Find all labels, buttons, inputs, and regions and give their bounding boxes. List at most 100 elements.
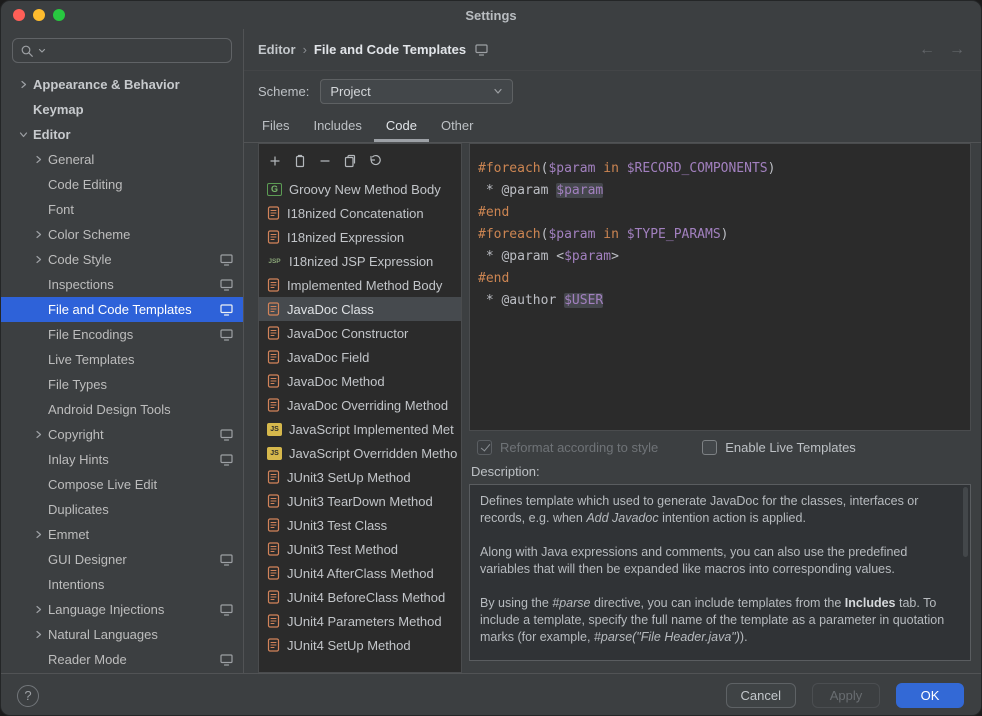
chevron-right-icon[interactable] — [15, 80, 31, 89]
sidebar-item-compose-live-edit[interactable]: Compose Live Edit — [1, 472, 243, 497]
settings-search[interactable] — [12, 38, 232, 63]
sidebar-item-keymap[interactable]: Keymap — [1, 97, 243, 122]
back-icon[interactable]: ← — [919, 41, 935, 59]
sidebar-item-file-encodings[interactable]: File Encodings — [1, 322, 243, 347]
reformat-checkbox[interactable] — [477, 440, 492, 455]
sidebar-item-font[interactable]: Font — [1, 197, 243, 222]
file-template-icon — [267, 230, 280, 244]
sidebar-item-duplicates[interactable]: Duplicates — [1, 497, 243, 522]
revert-template-icon[interactable] — [368, 154, 382, 168]
template-item-junit3-test-class[interactable]: JUnit3 Test Class — [259, 513, 461, 537]
template-item-junit3-setup-method[interactable]: JUnit3 SetUp Method — [259, 465, 461, 489]
apply-button[interactable]: Apply — [812, 683, 880, 708]
template-item-i18nized-expression[interactable]: I18nized Expression — [259, 225, 461, 249]
create-child-template-icon[interactable] — [293, 154, 307, 168]
tab-includes[interactable]: Includes — [301, 111, 373, 142]
tab-other[interactable]: Other — [429, 111, 486, 142]
code-line: * @param <$param> — [478, 246, 962, 268]
sidebar-item-reader-mode[interactable]: Reader Mode — [1, 647, 243, 672]
template-item-javadoc-method[interactable]: JavaDoc Method — [259, 369, 461, 393]
tab-files[interactable]: Files — [250, 111, 301, 142]
sidebar-item-file-types[interactable]: File Types — [1, 372, 243, 397]
zoom-button[interactable] — [53, 9, 65, 21]
template-item-groovy-new-method-body[interactable]: GGroovy New Method Body — [259, 177, 461, 201]
live-templates-checkbox[interactable] — [702, 440, 717, 455]
chevron-right-icon[interactable] — [30, 605, 46, 614]
screen-icon — [475, 44, 488, 56]
description-box[interactable]: Defines template which used to generate … — [469, 484, 971, 661]
sidebar-item-natural-languages[interactable]: Natural Languages — [1, 622, 243, 647]
chevron-right-icon[interactable] — [30, 155, 46, 164]
template-item-javascript-implemented-met[interactable]: JSJavaScript Implemented Met — [259, 417, 461, 441]
template-item-label: I18nized Concatenation — [287, 206, 424, 221]
search-history-chevron-icon[interactable] — [38, 48, 46, 54]
chevron-right-icon[interactable] — [30, 430, 46, 439]
template-editor[interactable]: #foreach($param in $RECORD_COMPONENTS) *… — [469, 143, 971, 431]
chevron-right-icon[interactable] — [30, 630, 46, 639]
chevron-right-icon[interactable] — [30, 255, 46, 264]
search-input[interactable] — [50, 43, 224, 58]
close-button[interactable] — [13, 9, 25, 21]
chevron-down-icon[interactable] — [15, 130, 31, 139]
template-item-label: JavaDoc Overriding Method — [287, 398, 448, 413]
sidebar-item-intentions[interactable]: Intentions — [1, 572, 243, 597]
template-item-label: JUnit3 TearDown Method — [287, 494, 433, 509]
sidebar-item-android-design-tools[interactable]: Android Design Tools — [1, 397, 243, 422]
template-item-javadoc-constructor[interactable]: JavaDoc Constructor — [259, 321, 461, 345]
sidebar-item-inspections[interactable]: Inspections — [1, 272, 243, 297]
template-item-label: JavaScript Overridden Metho — [289, 446, 457, 461]
groovy-icon: G — [267, 183, 282, 196]
sidebar-item-label: Duplicates — [48, 502, 233, 517]
template-item-javadoc-class[interactable]: JavaDoc Class — [259, 297, 461, 321]
sidebar-item-emmet[interactable]: Emmet — [1, 522, 243, 547]
sidebar-item-copyright[interactable]: Copyright — [1, 422, 243, 447]
scheme-select[interactable]: Project — [320, 79, 513, 104]
sidebar-item-file-and-code-templates[interactable]: File and Code Templates — [1, 297, 243, 322]
sidebar-item-live-templates[interactable]: Live Templates — [1, 347, 243, 372]
template-item-junit4-afterclass-method[interactable]: JUnit4 AfterClass Method — [259, 561, 461, 585]
file-template-icon — [267, 470, 280, 484]
live-templates-option[interactable]: Enable Live Templates — [702, 440, 856, 455]
sidebar-item-inlay-hints[interactable]: Inlay Hints — [1, 447, 243, 472]
tab-code[interactable]: Code — [374, 111, 429, 142]
template-item-label: JavaDoc Method — [287, 374, 385, 389]
template-item-javascript-overridden-metho[interactable]: JSJavaScript Overridden Metho — [259, 441, 461, 465]
template-item-i18nized-jsp-expression[interactable]: JSPI18nized JSP Expression — [259, 249, 461, 273]
forward-icon[interactable]: → — [949, 41, 965, 59]
template-item-javadoc-overriding-method[interactable]: JavaDoc Overriding Method — [259, 393, 461, 417]
ok-button[interactable]: OK — [896, 683, 964, 708]
sidebar-item-code-editing[interactable]: Code Editing — [1, 172, 243, 197]
sidebar-item-gui-designer[interactable]: GUI Designer — [1, 547, 243, 572]
scheme-row: Scheme: Project — [244, 71, 981, 111]
sidebar-item-label: Language Injections — [48, 602, 212, 617]
add-template-icon[interactable] — [268, 154, 282, 168]
sidebar-item-appearance-behavior[interactable]: Appearance & Behavior — [1, 72, 243, 97]
breadcrumb-editor[interactable]: Editor — [258, 42, 296, 57]
sidebar-item-general[interactable]: General — [1, 147, 243, 172]
template-item-junit3-teardown-method[interactable]: JUnit3 TearDown Method — [259, 489, 461, 513]
cancel-button[interactable]: Cancel — [726, 683, 796, 708]
settings-window: Settings Appearance & BehaviorKeymapEdit… — [0, 0, 982, 716]
template-item-i18nized-concatenation[interactable]: I18nized Concatenation — [259, 201, 461, 225]
template-item-junit4-parameters-method[interactable]: JUnit4 Parameters Method — [259, 609, 461, 633]
reformat-option: Reformat according to style — [477, 440, 658, 455]
chevron-right-icon[interactable] — [30, 230, 46, 239]
remove-template-icon[interactable] — [318, 154, 332, 168]
sidebar-item-label: Reader Mode — [48, 652, 212, 667]
live-templates-label: Enable Live Templates — [725, 440, 856, 455]
template-item-junit4-setup-method[interactable]: JUnit4 SetUp Method — [259, 633, 461, 657]
sidebar-item-code-style[interactable]: Code Style — [1, 247, 243, 272]
file-template-icon — [267, 614, 280, 628]
minimize-button[interactable] — [33, 9, 45, 21]
help-button[interactable]: ? — [17, 685, 39, 707]
template-item-javadoc-field[interactable]: JavaDoc Field — [259, 345, 461, 369]
file-template-icon — [267, 278, 280, 292]
template-item-junit3-test-method[interactable]: JUnit3 Test Method — [259, 537, 461, 561]
sidebar-item-editor[interactable]: Editor — [1, 122, 243, 147]
chevron-right-icon[interactable] — [30, 530, 46, 539]
copy-template-icon[interactable] — [343, 154, 357, 168]
template-item-implemented-method-body[interactable]: Implemented Method Body — [259, 273, 461, 297]
sidebar-item-color-scheme[interactable]: Color Scheme — [1, 222, 243, 247]
sidebar-item-language-injections[interactable]: Language Injections — [1, 597, 243, 622]
template-item-junit4-beforeclass-method[interactable]: JUnit4 BeforeClass Method — [259, 585, 461, 609]
